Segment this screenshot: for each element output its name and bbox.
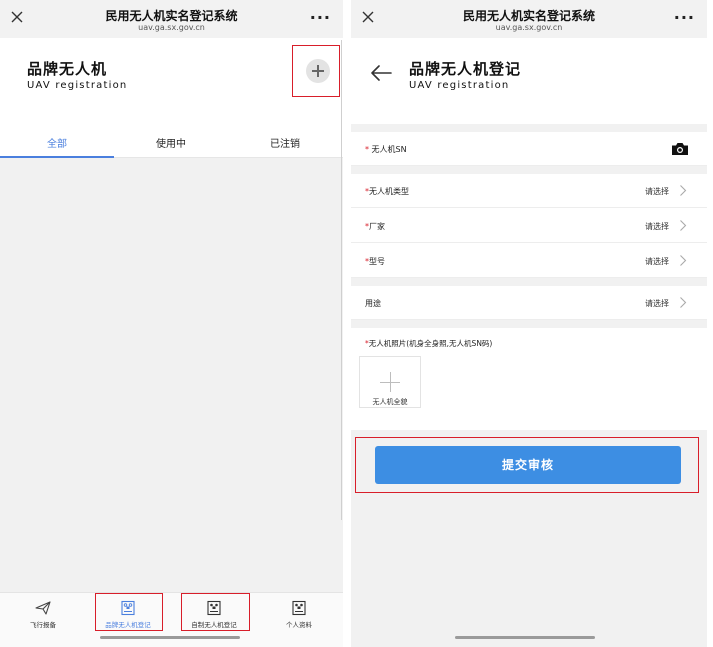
section-gap bbox=[351, 278, 707, 286]
browser-title: 民用无人机实名登记系统 bbox=[462, 9, 595, 23]
field-label: *厂家 bbox=[365, 221, 385, 232]
paper-plane-icon bbox=[35, 601, 51, 615]
camera-icon[interactable] bbox=[671, 142, 689, 156]
more-options-icon[interactable]: ··· bbox=[310, 8, 331, 27]
page-title: 品牌无人机登记 bbox=[409, 60, 522, 78]
field-label-text: 厂家 bbox=[369, 222, 385, 231]
field-label: *无人机类型 bbox=[365, 186, 409, 197]
photo-label-text: 无人机照片(机身全身照,无人机SN码) bbox=[368, 339, 493, 348]
brand-uav-list-screen: 民用无人机实名登记系统 uav.ga.sx.gov.cn ··· 品牌无人机 U… bbox=[0, 0, 343, 647]
more-options-icon[interactable]: ··· bbox=[674, 8, 695, 27]
usage-field[interactable]: 用途 请选择 bbox=[351, 286, 707, 320]
back-arrow-icon[interactable] bbox=[369, 64, 393, 82]
nav-label: 个人资料 bbox=[286, 621, 312, 629]
profile-document-icon bbox=[292, 600, 306, 616]
page-title: 品牌无人机 bbox=[27, 60, 108, 78]
page-subtitle: UAV registration bbox=[27, 80, 128, 91]
field-label-text: 型号 bbox=[369, 257, 385, 266]
select-placeholder: 请选择 bbox=[645, 222, 669, 231]
field-label: * 无人机SN bbox=[365, 144, 407, 155]
select-placeholder: 请选择 bbox=[645, 257, 669, 266]
nav-profile[interactable]: 个人资料 bbox=[259, 597, 339, 629]
photo-caption: 无人机全貌 bbox=[372, 398, 408, 406]
section-gap bbox=[351, 320, 707, 328]
field-label: 用途 bbox=[365, 299, 381, 308]
uav-type-field[interactable]: *无人机类型 请选择 bbox=[351, 174, 707, 208]
section-gap bbox=[351, 166, 707, 174]
browser-top-bar: 民用无人机实名登记系统 uav.ga.sx.gov.cn ··· bbox=[351, 0, 707, 38]
browser-url: uav.ga.sx.gov.cn bbox=[495, 23, 563, 32]
highlight-box-diy-nav bbox=[181, 593, 250, 631]
home-indicator bbox=[100, 636, 240, 639]
browser-title: 民用无人机实名登记系统 bbox=[105, 9, 238, 23]
home-indicator bbox=[455, 636, 595, 639]
page-subtitle: UAV registration bbox=[409, 80, 510, 91]
field-label-text: 无人机类型 bbox=[369, 187, 409, 196]
photo-field-label: *无人机照片(机身全身照,无人机SN码) bbox=[365, 338, 492, 349]
browser-top-bar: 民用无人机实名登记系统 uav.ga.sx.gov.cn ··· bbox=[0, 0, 343, 38]
photo-upload-box[interactable]: 无人机全貌 bbox=[359, 356, 421, 408]
field-label: *型号 bbox=[365, 256, 385, 267]
section-gap bbox=[351, 124, 707, 132]
brand-uav-registration-screen: 民用无人机实名登记系统 uav.ga.sx.gov.cn ··· 品牌无人机登记… bbox=[351, 0, 707, 647]
model-field[interactable]: *型号 请选择 bbox=[351, 244, 707, 278]
select-placeholder: 请选择 bbox=[645, 299, 669, 308]
tab-all[interactable]: 全部 bbox=[17, 135, 97, 150]
field-label-text: 无人机SN bbox=[369, 145, 407, 154]
nav-flight-report[interactable]: 飞行报备 bbox=[3, 597, 83, 629]
chevron-right-icon bbox=[680, 255, 687, 266]
browser-url: uav.ga.sx.gov.cn bbox=[138, 23, 205, 32]
plus-icon-vertical bbox=[390, 372, 391, 392]
chevron-right-icon bbox=[680, 185, 687, 196]
chevron-right-icon bbox=[680, 297, 687, 308]
manufacturer-field[interactable]: *厂家 请选择 bbox=[351, 209, 707, 243]
highlight-box-brand-nav bbox=[95, 593, 163, 631]
empty-list-area bbox=[0, 158, 343, 592]
highlight-box-submit bbox=[355, 437, 699, 493]
chevron-right-icon bbox=[680, 220, 687, 231]
tab-in-use[interactable]: 使用中 bbox=[131, 135, 211, 150]
scrollbar bbox=[341, 40, 342, 520]
nav-label: 飞行报备 bbox=[30, 621, 56, 629]
uav-sn-field[interactable]: * 无人机SN bbox=[351, 132, 707, 166]
select-placeholder: 请选择 bbox=[645, 187, 669, 196]
tab-cancelled[interactable]: 已注销 bbox=[245, 135, 325, 150]
highlight-box-add bbox=[292, 45, 340, 97]
